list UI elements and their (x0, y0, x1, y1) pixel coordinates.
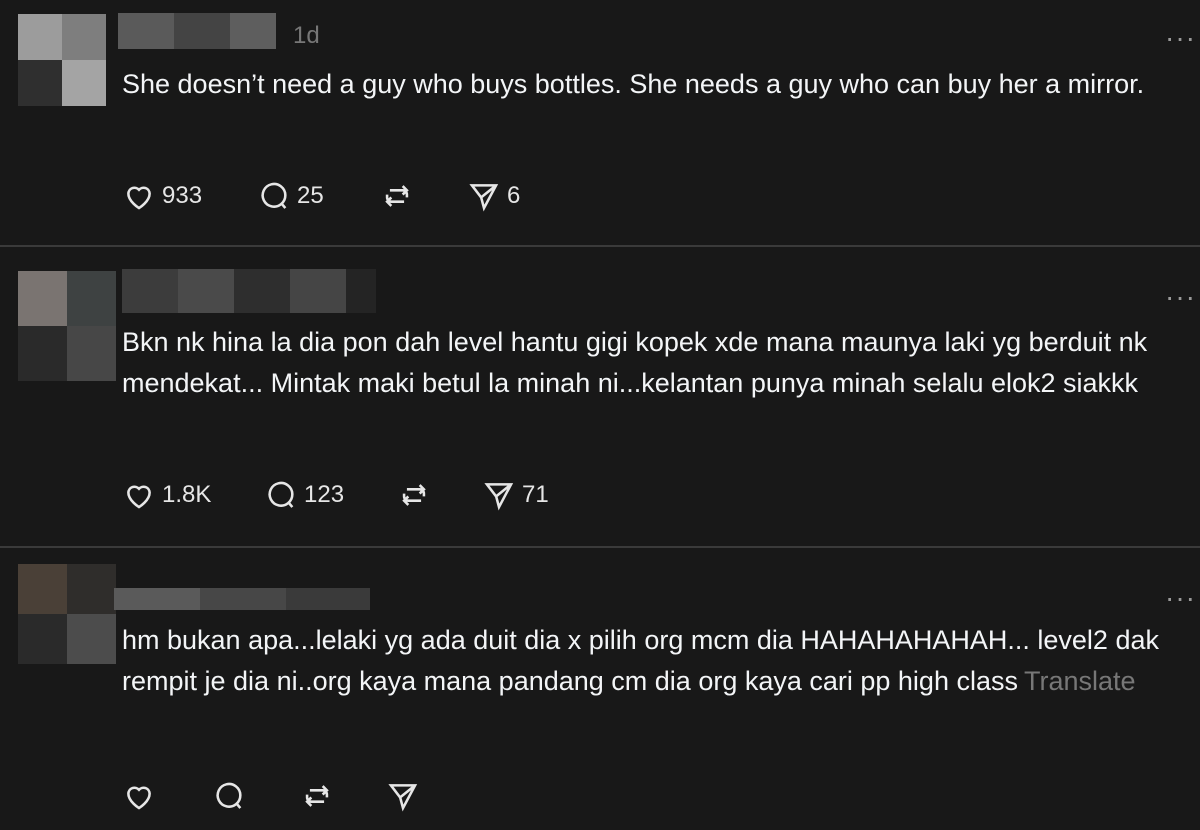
comment-bubble-icon (216, 782, 242, 809)
send-icon (388, 784, 418, 812)
reply-button[interactable]: 25 (257, 176, 324, 216)
more-options-icon[interactable]: ··· (1165, 584, 1196, 612)
send-icon (484, 483, 514, 511)
reply-button[interactable] (212, 776, 246, 816)
repost-button[interactable] (300, 776, 334, 816)
action-bar: 1.8K 123 71 (122, 475, 582, 515)
translate-link[interactable]: Translate (1024, 666, 1136, 696)
reply-count: 25 (297, 182, 324, 209)
like-button[interactable]: 1.8K (122, 475, 211, 515)
username-blurred[interactable] (118, 13, 276, 49)
comment-text: Bkn nk hina la dia pon dah level hantu g… (122, 327, 1148, 398)
username-blurred[interactable] (114, 588, 370, 610)
heart-icon (127, 786, 151, 810)
comment-bubble-icon (268, 481, 294, 508)
comment-post: ··· hm bukan apa...lelaki yg ada duit di… (0, 548, 1200, 830)
reply-count: 123 (304, 481, 345, 508)
post-time: 1d (293, 22, 320, 49)
comment-post: ··· Bkn nk hina la dia pon dah level han… (0, 247, 1200, 547)
repost-icon (385, 185, 409, 207)
more-options-icon[interactable]: ··· (1165, 24, 1196, 52)
repost-icon (305, 785, 329, 807)
share-count: 71 (522, 481, 549, 508)
like-count: 1.8K (162, 481, 212, 508)
comment-bubble-icon (261, 182, 287, 209)
comment-post: 1d ··· She doesn’t need a guy who buys b… (0, 0, 1200, 246)
avatar[interactable] (18, 271, 116, 381)
heart-icon (127, 485, 151, 509)
action-bar: 933 25 6 (122, 176, 542, 216)
share-button[interactable] (386, 776, 420, 816)
avatar[interactable] (18, 564, 116, 664)
comment-text-content: hm bukan apa...lelaki yg ada duit dia x … (122, 625, 1159, 696)
username-blurred[interactable] (122, 269, 376, 313)
repost-icon (402, 484, 426, 506)
like-button[interactable] (122, 776, 156, 816)
repost-button[interactable] (397, 475, 431, 515)
avatar[interactable] (18, 14, 106, 106)
more-options-icon[interactable]: ··· (1165, 283, 1196, 311)
reply-button[interactable]: 123 (264, 475, 344, 515)
comment-text: hm bukan apa...lelaki yg ada duit dia x … (122, 620, 1192, 702)
comment-text: She doesn’t need a guy who buys bottles.… (122, 69, 1145, 99)
like-count: 933 (162, 182, 203, 209)
heart-icon (127, 186, 151, 210)
share-button[interactable]: 71 (482, 475, 549, 515)
share-count: 6 (507, 182, 521, 209)
send-icon (469, 184, 499, 212)
action-bar (122, 776, 442, 816)
like-button[interactable]: 933 (122, 176, 202, 216)
repost-button[interactable] (380, 176, 414, 216)
share-button[interactable]: 6 (467, 176, 520, 216)
